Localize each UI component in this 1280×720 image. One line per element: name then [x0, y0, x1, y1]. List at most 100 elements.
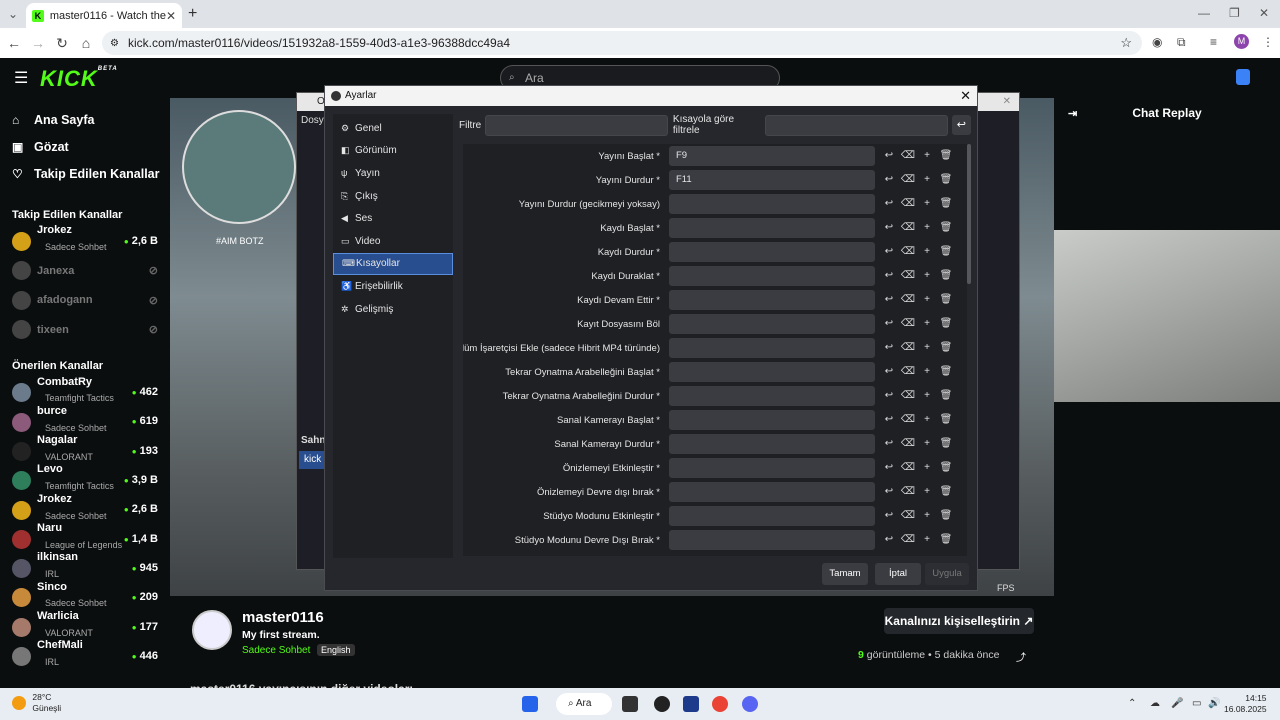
trash-icon[interactable]: 🗑	[938, 244, 954, 260]
recommended-channel[interactable]: NagalarVALORANT193	[0, 434, 170, 466]
clear-icon[interactable]: ⌫	[900, 292, 916, 308]
browser-tab[interactable]: K master0116 - Watch the VOD o ✕	[26, 3, 182, 28]
recommended-channel[interactable]: LevoTeamfight Tactics3,9 B	[0, 463, 170, 495]
app-taskbar-icon[interactable]	[683, 696, 699, 712]
clear-icon[interactable]: ⌫	[900, 460, 916, 476]
clear-icon[interactable]: ⌫	[900, 484, 916, 500]
clear-icon[interactable]: ⌫	[900, 148, 916, 164]
obs-scene-item[interactable]: kick	[299, 451, 327, 469]
revert-icon[interactable]: ↩	[881, 196, 897, 212]
windows-start-icon[interactable]	[522, 696, 538, 712]
revert-icon[interactable]: ↩	[881, 268, 897, 284]
add-icon[interactable]: +	[919, 148, 935, 164]
clear-icon[interactable]: ⌫	[900, 196, 916, 212]
revert-icon[interactable]: ↩	[881, 460, 897, 476]
revert-icon[interactable]: ↩	[881, 508, 897, 524]
revert-icon[interactable]: ↩	[881, 340, 897, 356]
add-icon[interactable]: +	[919, 460, 935, 476]
ok-button[interactable]: Tamam	[822, 563, 868, 585]
hotkey-input[interactable]	[669, 530, 875, 550]
clear-icon[interactable]: ⌫	[900, 316, 916, 332]
trash-icon[interactable]: 🗑	[938, 268, 954, 284]
hotkey-input[interactable]	[669, 434, 875, 454]
display-icon[interactable]: ▭	[1192, 698, 1201, 709]
category-audio[interactable]: ◀ Ses	[333, 207, 453, 230]
trash-icon[interactable]: 🗑	[938, 292, 954, 308]
add-icon[interactable]: +	[919, 532, 935, 548]
recommended-channel[interactable]: WarliciaVALORANT177	[0, 610, 170, 642]
hotkey-input[interactable]	[669, 290, 875, 310]
trash-icon[interactable]: 🗑	[938, 436, 954, 452]
category-hotkeys[interactable]: ⌨ Kısayollar	[333, 252, 453, 276]
hotkey-input[interactable]	[669, 362, 875, 382]
scrollbar[interactable]	[967, 144, 971, 284]
clear-icon[interactable]: ⌫	[900, 388, 916, 404]
hotkey-input[interactable]	[669, 194, 875, 214]
hotkey-input[interactable]: F11	[669, 170, 875, 190]
revert-icon[interactable]: ↩	[881, 532, 897, 548]
home-icon[interactable]: ⌂	[74, 35, 98, 51]
followed-channel[interactable]: JrokezSadece Sohbet2,6 B	[0, 224, 170, 256]
close-dialog-icon[interactable]: ✕	[960, 86, 971, 106]
revert-icon[interactable]: ↩	[881, 388, 897, 404]
hotkey-input[interactable]	[669, 458, 875, 478]
menu-icon[interactable]: ⋮	[1262, 35, 1274, 49]
trash-icon[interactable]: 🗑	[938, 340, 954, 356]
trash-icon[interactable]: 🗑	[938, 316, 954, 332]
discord-icon[interactable]	[742, 696, 758, 712]
mic-icon[interactable]: 🎤	[1171, 698, 1183, 709]
add-icon[interactable]: +	[919, 364, 935, 380]
trash-icon[interactable]: 🗑	[938, 172, 954, 188]
site-info-icon[interactable]: ⚙	[110, 38, 119, 49]
category-general[interactable]: ⚙ Genel	[333, 117, 453, 140]
category-stream[interactable]: ψ Yayın	[333, 162, 453, 185]
clear-icon[interactable]: ⌫	[900, 508, 916, 524]
back-icon[interactable]: ←	[2, 35, 26, 51]
obs-taskbar-icon[interactable]	[654, 696, 670, 712]
add-icon[interactable]: +	[919, 244, 935, 260]
add-icon[interactable]: +	[919, 340, 935, 356]
filter-key-input[interactable]	[764, 114, 948, 136]
clear-icon[interactable]: ⌫	[900, 340, 916, 356]
revert-icon[interactable]: ↩	[881, 244, 897, 260]
hotkey-input[interactable]	[669, 506, 875, 526]
app-icon[interactable]	[1236, 69, 1250, 85]
nav-home[interactable]: ⌂ Ana Sayfa	[0, 106, 170, 133]
add-icon[interactable]: +	[919, 316, 935, 332]
followed-channel[interactable]: afadogann ⊘	[0, 286, 170, 315]
revert-icon[interactable]: ↩	[881, 484, 897, 500]
add-icon[interactable]: +	[919, 172, 935, 188]
clear-icon[interactable]: ⌫	[900, 364, 916, 380]
hotkey-input[interactable]	[669, 218, 875, 238]
clock[interactable]: 14:15 16.08.2025	[1224, 693, 1267, 715]
clear-icon[interactable]: ⌫	[900, 268, 916, 284]
puzzle-icon[interactable]: ⧉	[1177, 35, 1186, 50]
share-icon[interactable]: ⤴	[1016, 649, 1026, 664]
recommended-channel[interactable]: CombatRyTeamfight Tactics462	[0, 376, 170, 407]
forward-icon[interactable]: →	[26, 35, 50, 51]
profile-avatar[interactable]: M	[1234, 34, 1249, 49]
network-icon[interactable]: ☁	[1150, 698, 1160, 709]
add-icon[interactable]: +	[919, 412, 935, 428]
revert-icon[interactable]: ↩	[881, 364, 897, 380]
category-accessibility[interactable]: ♿ Erişebilirlik	[333, 275, 453, 298]
collapse-chat-icon[interactable]: ⇥	[1068, 107, 1077, 120]
recommended-channel[interactable]: JrokezSadece Sohbet2,6 B	[0, 493, 170, 524]
trash-icon[interactable]: 🗑	[938, 220, 954, 236]
close-tab-icon[interactable]: ✕	[166, 9, 176, 23]
add-icon[interactable]: +	[919, 196, 935, 212]
clear-icon[interactable]: ⌫	[900, 244, 916, 260]
streamer-name[interactable]: master0116	[242, 609, 324, 626]
trash-icon[interactable]: 🗑	[938, 364, 954, 380]
followed-channel[interactable]: Janexa ⊘	[0, 256, 170, 285]
cancel-button[interactable]: İptal	[875, 563, 921, 585]
url-field[interactable]: ⚙ kick.com/master0116/videos/151932a8-15…	[102, 31, 1142, 55]
close-window-icon[interactable]: ✕	[1259, 6, 1269, 20]
media-icon[interactable]: ≡	[1210, 35, 1217, 49]
nav-browse[interactable]: ▣ Gözat	[0, 133, 170, 160]
trash-icon[interactable]: 🗑	[938, 148, 954, 164]
customize-channel-button[interactable]: Kanalınızı kişiselleştirin ↗	[884, 608, 1034, 634]
add-icon[interactable]: +	[919, 436, 935, 452]
add-icon[interactable]: +	[919, 220, 935, 236]
clear-icon[interactable]: ⌫	[900, 532, 916, 548]
